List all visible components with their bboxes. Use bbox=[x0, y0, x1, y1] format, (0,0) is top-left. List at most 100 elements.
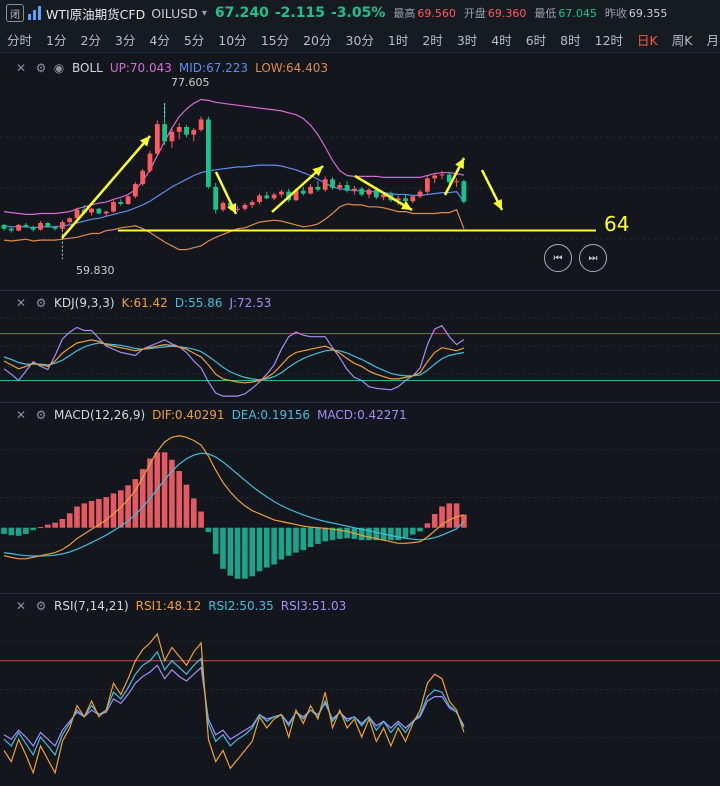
candle-body bbox=[366, 189, 372, 195]
tab-timeframe[interactable]: 30分 bbox=[339, 30, 381, 49]
rsi2-value: RSI2:50.35 bbox=[208, 599, 274, 613]
macd-histogram-bar bbox=[417, 527, 423, 532]
macd-histogram-bar bbox=[410, 527, 416, 535]
tab-timeframe[interactable]: 10分 bbox=[211, 30, 253, 49]
candle-body bbox=[300, 190, 306, 194]
candle-body bbox=[359, 188, 365, 195]
candle-body bbox=[96, 208, 102, 214]
macd-histogram-bar bbox=[212, 527, 219, 554]
macd-dif-value: DIF:0.40291 bbox=[152, 408, 225, 422]
tab-timeframe[interactable]: 周K bbox=[665, 30, 700, 49]
macd-histogram-bar bbox=[249, 527, 255, 577]
macd-histogram-bar bbox=[446, 503, 453, 528]
kdj-k-value: K:61.42 bbox=[121, 296, 168, 310]
tab-timeframe[interactable]: 2时 bbox=[415, 30, 449, 49]
tab-timeframe[interactable]: 3时 bbox=[450, 30, 484, 49]
price-change-percent: -3.05% bbox=[330, 5, 386, 21]
bar-chart-icon bbox=[28, 6, 42, 20]
macd-histogram-bar bbox=[264, 527, 270, 568]
boll-upper-line bbox=[3, 98, 465, 215]
next-button[interactable]: ⏭ bbox=[579, 244, 607, 272]
candle-body bbox=[30, 226, 36, 230]
tab-timeframe-active[interactable]: 日K bbox=[630, 30, 665, 49]
chevron-down-icon[interactable]: ▾ bbox=[202, 8, 207, 19]
macd-histogram-bar bbox=[285, 527, 292, 556]
macd-histogram-bar bbox=[45, 524, 51, 528]
candle-body bbox=[23, 224, 29, 227]
collapse-icon[interactable]: ✕ bbox=[14, 408, 28, 422]
market-closed-badge: 闭 bbox=[6, 4, 24, 22]
tab-timeframe[interactable]: 3分 bbox=[108, 30, 142, 49]
macd-histogram-bar bbox=[198, 511, 204, 528]
candle-body bbox=[425, 178, 430, 192]
tab-timeframe[interactable]: 5分 bbox=[177, 30, 211, 49]
candle-body bbox=[198, 119, 204, 130]
gear-icon[interactable]: ⚙ bbox=[34, 408, 48, 422]
gear-icon[interactable]: ⚙ bbox=[34, 61, 48, 75]
candle-body bbox=[461, 181, 467, 202]
candle-body bbox=[191, 129, 197, 135]
symbol-code[interactable]: OILUSD bbox=[151, 6, 198, 21]
macd-histogram-bar bbox=[66, 513, 73, 528]
collapse-icon[interactable]: ✕ bbox=[14, 599, 28, 613]
macd-histogram-bar bbox=[242, 527, 248, 579]
tab-timeframe[interactable]: 15分 bbox=[254, 30, 296, 49]
macd-histogram-bar bbox=[234, 527, 241, 579]
candle-body bbox=[344, 185, 350, 191]
macd-name: MACD(12,26,9) bbox=[54, 408, 146, 422]
gear-icon[interactable]: ⚙ bbox=[34, 599, 48, 613]
boll-mid-line bbox=[3, 164, 465, 229]
kdj-legend: ✕ ⚙ KDJ(9,3,3) K:61.42 D:55.86 J:72.53 bbox=[0, 295, 271, 311]
symbol-name[interactable]: WTI原油期货CFD bbox=[46, 4, 145, 23]
low-marker-label: 59.830 bbox=[76, 264, 115, 277]
panel-divider bbox=[0, 593, 720, 594]
candle-body bbox=[140, 170, 146, 185]
candle-body bbox=[264, 195, 270, 199]
candle-body bbox=[111, 202, 116, 212]
low-stat: 最低 67.045 bbox=[534, 7, 597, 20]
candle-body bbox=[279, 191, 284, 195]
collapse-icon[interactable]: ✕ bbox=[14, 61, 28, 75]
macd-histogram-bar bbox=[15, 527, 22, 536]
high-stat: 最高 69.560 bbox=[393, 7, 456, 20]
macd-histogram-bar bbox=[227, 527, 234, 576]
eye-icon[interactable]: ◉ bbox=[52, 61, 66, 75]
prev-close-stat: 昨收 69.355 bbox=[604, 7, 668, 20]
macd-dea-line bbox=[3, 452, 465, 557]
boll-up-value: UP:70.043 bbox=[109, 61, 172, 75]
tab-timeframe[interactable]: 8时 bbox=[553, 30, 587, 49]
boll-low-value: LOW:64.403 bbox=[255, 61, 328, 75]
tab-timeframe[interactable]: 分时 bbox=[0, 30, 39, 49]
tab-timeframe[interactable]: 1时 bbox=[381, 30, 415, 49]
macd-value: MACD:0.42271 bbox=[317, 408, 407, 422]
macd-histogram-bar bbox=[110, 493, 117, 528]
candle-body bbox=[271, 194, 277, 199]
tab-timeframe[interactable]: 月K bbox=[699, 30, 720, 49]
candle-body bbox=[417, 191, 423, 197]
tab-timeframe[interactable]: 1分 bbox=[39, 30, 73, 49]
macd-histogram-bar bbox=[205, 527, 212, 533]
macd-histogram-bar bbox=[88, 500, 95, 528]
candle-body bbox=[308, 186, 313, 194]
candle-body bbox=[89, 208, 94, 213]
tab-timeframe[interactable]: 4时 bbox=[484, 30, 518, 49]
macd-histogram-bar bbox=[366, 527, 372, 541]
tab-timeframe[interactable]: 12时 bbox=[588, 30, 630, 49]
tab-timeframe[interactable]: 2分 bbox=[73, 30, 107, 49]
rsi1-value: RSI1:48.12 bbox=[135, 599, 202, 613]
candle-body bbox=[67, 218, 73, 223]
previous-button[interactable]: ⏮ bbox=[544, 244, 572, 272]
tab-timeframe[interactable]: 4分 bbox=[142, 30, 176, 49]
candle-body bbox=[125, 196, 131, 204]
collapse-icon[interactable]: ✕ bbox=[14, 296, 28, 310]
gear-icon[interactable]: ⚙ bbox=[34, 296, 48, 310]
boll-mid-value: MID:67.223 bbox=[178, 61, 249, 75]
macd-histogram-bar bbox=[23, 527, 29, 534]
candle-body bbox=[315, 186, 321, 190]
tab-timeframe[interactable]: 6时 bbox=[519, 30, 553, 49]
candle-body bbox=[118, 202, 124, 204]
kdj-d-value: D:55.86 bbox=[174, 296, 223, 310]
tab-timeframe[interactable]: 20分 bbox=[296, 30, 338, 49]
kdj-j-line bbox=[3, 325, 465, 397]
candle-body bbox=[206, 119, 211, 187]
